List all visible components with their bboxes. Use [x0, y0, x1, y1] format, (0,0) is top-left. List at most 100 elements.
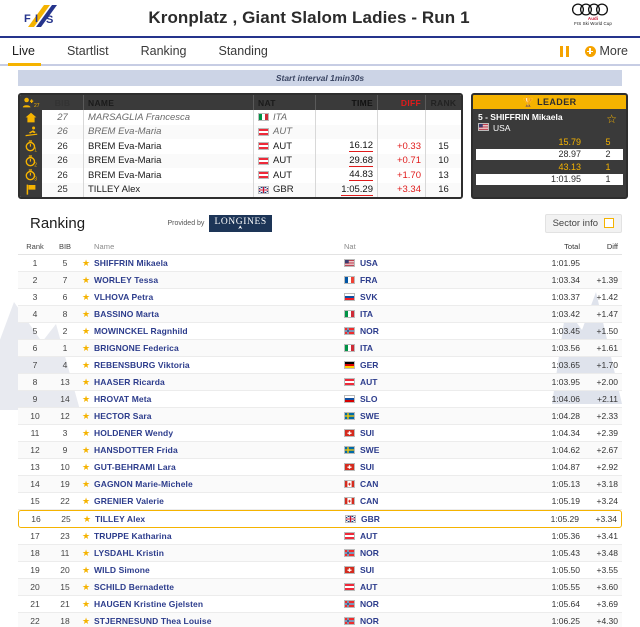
table-row[interactable]: 18 11 ★ LYSDAHL Kristin NOR 1:05.43 +3.48 [18, 545, 622, 562]
table-row[interactable]: 19 20 ★ WILD Simone SUI 1:05.50 +3.55 [18, 562, 622, 579]
ranking-cell-name: STJERNESUND Thea Louise [94, 616, 212, 626]
live-col-name: NAME [84, 95, 254, 110]
tab-startlist[interactable]: Startlist [67, 38, 123, 64]
star-icon[interactable]: ★ [78, 462, 94, 473]
ranking-cell-bib: 2 [62, 326, 68, 336]
svg-text:3: 3 [34, 177, 37, 181]
stopwatch-1-icon: 1 [20, 139, 42, 154]
star-icon[interactable]: ★ [78, 496, 94, 507]
finish-flag-icon [20, 183, 42, 198]
live-col-diff: DIFF [378, 95, 426, 110]
table-row[interactable]: 13 10 ★ GUT-BEHRAMI Lara SUI 1:04.87 +2.92 [18, 459, 622, 476]
table-row[interactable]: 16 25 ★ TILLEY Alex GBR 1:05.29 +3.34 [18, 510, 622, 528]
more-button-label: More [599, 44, 628, 58]
ranking-cell-name: HOLDENER Wendy [94, 428, 174, 438]
star-icon[interactable]: ★ [78, 377, 94, 388]
table-row[interactable]: 20 15 ★ SCHILD Bernadette AUT 1:05.55 +3.60 [18, 579, 622, 596]
ranking-row-container: 1 5 ★ SHIFFRIN Mikaela USA 1:01.95 2 7 ★ WORLEY T… [18, 255, 622, 627]
star-icon[interactable]: ★ [78, 616, 94, 627]
live-table-row[interactable]: 26 BREM Eva-Maria AUT 16.12 +0.33 15 [42, 139, 461, 154]
tab-live[interactable]: Live [8, 38, 49, 66]
star-icon[interactable]: ★ [78, 548, 94, 559]
sector-info-checkbox[interactable] [604, 218, 614, 228]
ranking-cell-bib: 11 [60, 548, 70, 558]
ranking-cell-rank: 1 [32, 258, 38, 268]
star-icon[interactable]: ★ [78, 309, 94, 320]
fis-logo[interactable]: F I S [10, 3, 72, 33]
ranking-cell-nat: CAN [344, 496, 522, 506]
leader-split-row: 15.79 5 [476, 136, 623, 148]
table-row[interactable]: 14 19 ★ GAGNON Marie-Michele CAN 1:05.13 +3.18 [18, 476, 622, 493]
live-table-row[interactable]: 25 TILLEY Alex GBR 1:05.29 +3.34 16 [42, 182, 461, 197]
table-row[interactable]: 11 3 ★ HOLDENER Wendy SUI 1:04.34 +2.39 [18, 425, 622, 442]
tab-ranking[interactable]: Ranking [141, 38, 201, 64]
live-cell-rank [426, 110, 461, 125]
svg-text:27: 27 [34, 103, 40, 108]
table-row[interactable]: 9 14 ★ HROVAT Meta SLO 1:04.06 +2.11 [18, 391, 622, 408]
live-table-row[interactable]: 26 BREM Eva-Maria AUT 29.68 +0.71 10 [42, 153, 461, 168]
table-row[interactable]: 21 21 ★ HAUGEN Kristine Gjelsten NOR 1:05.64 +… [18, 596, 622, 613]
star-icon[interactable]: ★ [78, 275, 94, 286]
more-button[interactable]: More [584, 44, 628, 58]
ranking-cell-rank: 20 [30, 582, 40, 592]
ranking-cell-name: HANSDOTTER Frida [94, 445, 178, 455]
live-cell-name: MARSAGLIA Francesca [84, 110, 254, 125]
star-icon[interactable]: ★ [78, 531, 94, 542]
ranking-cell-nat: NOR [344, 326, 522, 336]
sector-info-toggle[interactable]: Sector info [544, 213, 622, 233]
star-icon[interactable]: ★ [78, 292, 94, 303]
ranking-cell-total: 1:04.34 [551, 428, 580, 438]
star-icon[interactable]: ★ [78, 258, 94, 269]
table-row[interactable]: 7 4 ★ REBENSBURG Viktoria GER 1:03.65 +1.70 [18, 357, 622, 374]
ranking-cell-name: WILD Simone [94, 565, 150, 575]
ranking-cell-diff: +3.48 [596, 548, 618, 558]
ranking-cell-name: GRENIER Valerie [94, 496, 165, 506]
ranking-title: Ranking [30, 214, 86, 232]
live-table-row[interactable]: 26 BREM Eva-Maria AUT [42, 124, 461, 139]
ranking-cell-diff: +1.50 [596, 326, 618, 336]
table-row[interactable]: 10 12 ★ HECTOR Sara SWE 1:04.28 +2.33 [18, 408, 622, 425]
table-row[interactable]: 1 5 ★ SHIFFRIN Mikaela USA 1:01.95 [18, 255, 622, 272]
ranking-cell-nat: NOR [344, 599, 522, 609]
table-row[interactable]: 17 23 ★ TRUPPE Katharina AUT 1:05.36 +3.41 [18, 528, 622, 545]
pause-icon[interactable] [560, 45, 569, 57]
table-row[interactable]: 4 8 ★ BASSINO Marta ITA 1:03.42 +1.47 [18, 306, 622, 323]
live-table-row[interactable]: 26 BREM Eva-Maria AUT 44.83 +1.70 13 [42, 168, 461, 183]
ranking-cell-total: 1:04.28 [551, 411, 580, 421]
svg-text:2: 2 [34, 162, 37, 166]
star-icon[interactable]: ★ [79, 514, 95, 525]
ranking-cell-rank: 3 [32, 292, 38, 302]
star-icon[interactable]: ★ [78, 326, 94, 337]
table-row[interactable]: 2 7 ★ WORLEY Tessa FRA 1:03.34 +1.39 [18, 272, 622, 289]
table-row[interactable]: 5 2 ★ MOWINCKEL Ragnhild NOR 1:03.45 +1.50 [18, 323, 622, 340]
ranking-cell-nat: SUI [344, 462, 522, 472]
star-icon[interactable]: ★ [78, 582, 94, 593]
star-icon[interactable]: ★ [78, 343, 94, 354]
star-icon[interactable]: ★ [78, 445, 94, 456]
ranking-cell-nat: SUI [344, 565, 522, 575]
star-icon[interactable]: ★ [78, 411, 94, 422]
star-icon[interactable]: ★ [78, 360, 94, 371]
table-row[interactable]: 12 9 ★ HANSDOTTER Frida SWE 1:04.62 +2.67 [18, 442, 622, 459]
star-icon[interactable]: ★ [78, 565, 94, 576]
star-icon[interactable]: ★ [78, 428, 94, 439]
ranking-cell-diff: +1.47 [596, 309, 618, 319]
table-row[interactable]: 3 6 ★ VLHOVA Petra SVK 1:03.37 +1.42 [18, 289, 622, 306]
ranking-cell-bib: 19 [60, 479, 70, 489]
ranking-cell-nat: FRA [344, 275, 522, 285]
star-icon[interactable]: ★ [78, 394, 94, 405]
star-icon[interactable]: ★ [78, 599, 94, 610]
table-row[interactable]: 6 1 ★ BRIGNONE Federica ITA 1:03.56 +1.61 [18, 340, 622, 357]
table-row[interactable]: 8 13 ★ HAASER Ricarda AUT 1:03.95 +2.00 [18, 374, 622, 391]
live-table-row[interactable]: 27 MARSAGLIA Francesca ITA [42, 110, 461, 125]
live-cell-nat: GBR [254, 182, 316, 197]
live-row-container: 27 MARSAGLIA Francesca ITA 26 BREM Eva-Maria… [42, 110, 461, 197]
ranking-cell-total: 1:03.56 [551, 343, 580, 353]
tab-standing[interactable]: Standing [219, 38, 282, 64]
star-icon[interactable]: ★ [78, 479, 94, 490]
leader-split-rank: 5 [605, 136, 611, 147]
ranking-cell-total: 1:05.29 [550, 514, 579, 524]
live-col-rank: RANK [430, 97, 457, 108]
table-row[interactable]: 22 18 ★ STJERNESUND Thea Louise NOR 1:06.25 +4… [18, 613, 622, 627]
table-row[interactable]: 15 22 ★ GRENIER Valerie CAN 1:05.19 +3.24 [18, 493, 622, 510]
